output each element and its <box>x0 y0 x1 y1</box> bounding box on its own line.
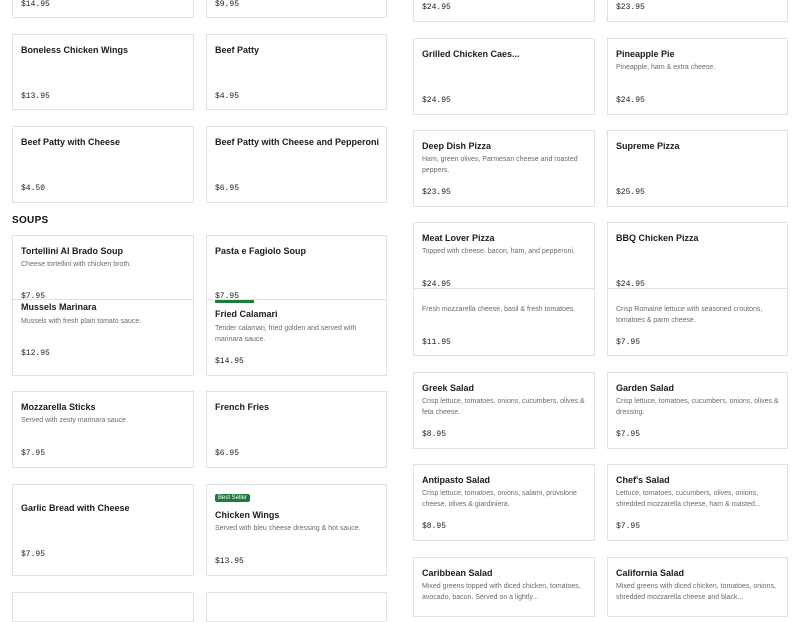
menu-item-card[interactable]: Chef's Salad Lettuce, tomatoes, cucumber… <box>607 464 788 541</box>
item-description: Lettuce, tomatoes, cucumbers, olives, on… <box>616 490 761 508</box>
item-description: Mussels with fresh plain tomato sauce. <box>21 318 142 325</box>
item-price: $25.95 <box>616 188 645 197</box>
menu-item-card[interactable]: Pineapple Pie Pineapple, ham & extra che… <box>607 38 788 115</box>
item-name: Boneless Chicken Wings <box>21 45 128 55</box>
item-name: Deep Dish Pizza <box>422 141 492 151</box>
item-description: Served with zesty marinara sauce. <box>21 417 128 424</box>
item-price: $14.95 <box>215 357 244 366</box>
item-price: $6.95 <box>215 184 240 193</box>
menu-item-card[interactable] <box>206 592 387 622</box>
item-name: Greek Salad <box>422 383 475 393</box>
menu-item-card[interactable]: Greek Salad Crisp lettuce, tomatoes, oni… <box>413 372 595 449</box>
menu-item-card[interactable]: Crisp Romaine lettuce with seasoned crou… <box>607 288 788 356</box>
item-price: $4.50 <box>21 184 46 193</box>
menu-item-card[interactable]: Boneless Chicken Wings $13.95 <box>12 34 194 110</box>
item-description: Crisp lettuce, tomatoes, cucumbers, onio… <box>616 398 779 416</box>
item-price: $7.95 <box>21 449 46 458</box>
menu-item-card[interactable]: Garlic Bread with Cheese $7.95 <box>12 484 194 576</box>
item-description: Topped with cheese, bacon, ham, and pepp… <box>422 248 575 255</box>
item-name: Mozzarella Sticks <box>21 402 96 412</box>
menu-item-card[interactable]: Pasta e Fagiolo Soup $7.95 <box>206 235 387 301</box>
item-name: Caribbean Salad <box>422 568 493 578</box>
menu-item-card[interactable]: Beef Patty with Cheese and Pepperoni $6.… <box>206 126 387 203</box>
menu-item-card[interactable]: $14.95 <box>12 0 194 18</box>
item-name: Antipasto Salad <box>422 475 491 485</box>
item-description: Served with bleu cheese dressing & hot s… <box>215 525 361 532</box>
item-price: $12.95 <box>21 349 50 358</box>
item-name: French Fries <box>215 402 270 412</box>
item-name: Garden Salad <box>616 383 675 393</box>
menu-item-card[interactable]: Best Seller Chicken Wings Served with bl… <box>206 484 387 576</box>
menu-item-card[interactable]: Beef Patty $4.95 <box>206 34 387 110</box>
item-name: Grilled Chicken Caes... <box>422 49 520 59</box>
item-description: Crisp lettuce, tomatoes, onions, salami,… <box>422 490 577 508</box>
menu-item-card[interactable]: $9.95 <box>206 0 387 18</box>
item-price: $24.95 <box>422 96 451 105</box>
item-price: $23.95 <box>422 188 451 197</box>
item-price: $24.95 <box>616 96 645 105</box>
item-price: $14.95 <box>21 0 50 9</box>
menu-item-card[interactable]: BBQ Chicken Pizza $24.95 <box>607 222 788 298</box>
menu-item-card[interactable]: Meat Lover Pizza Topped with cheese, bac… <box>413 222 595 298</box>
accent-bar <box>215 300 254 303</box>
menu-item-card[interactable]: Antipasto Salad Crisp lettuce, tomatoes,… <box>413 464 595 541</box>
item-name: BBQ Chicken Pizza <box>616 233 699 243</box>
item-price: $23.95 <box>616 3 645 12</box>
item-description: Crisp lettuce, tomatoes, onions, cucumbe… <box>422 398 585 416</box>
item-name: Beef Patty with Cheese and Pepperoni <box>215 137 380 147</box>
item-description: Cheese tortellini with chicken broth. <box>21 261 132 268</box>
item-price: $11.95 <box>422 338 451 347</box>
menu-item-card[interactable]: Grilled Chicken Caes... $24.95 <box>413 38 595 115</box>
item-name: Beef Patty <box>215 45 260 55</box>
menu-item-card[interactable]: $23.95 <box>607 0 788 22</box>
menu-item-card[interactable]: French Fries $6.95 <box>206 391 387 468</box>
item-price: $24.95 <box>422 3 451 12</box>
item-description: Fresh mozzarella cheese, basil & fresh t… <box>422 306 576 313</box>
item-price: $4.95 <box>215 92 240 101</box>
menu-item-card[interactable]: Fried Calamari Tender calamari, fried go… <box>206 299 387 376</box>
item-name: Beef Patty with Cheese <box>21 137 121 147</box>
item-description: Crisp Romaine lettuce with seasoned crou… <box>616 306 763 324</box>
item-name: Chef's Salad <box>616 475 670 485</box>
item-name: Fried Calamari <box>215 309 278 319</box>
item-name: Supreme Pizza <box>616 141 680 151</box>
item-price: $13.95 <box>21 92 50 101</box>
item-price: $7.95 <box>616 338 641 347</box>
item-description: Ham, green olives, Parmesan cheese and r… <box>422 156 578 174</box>
section-title: SOUPS <box>12 215 49 226</box>
item-name: Mussels Marinara <box>21 302 97 312</box>
item-name: California Salad <box>616 568 685 578</box>
item-price: $7.95 <box>21 550 46 559</box>
item-price: $13.95 <box>215 557 244 566</box>
item-price: $6.95 <box>215 449 240 458</box>
menu-item-card[interactable]: Beef Patty with Cheese $4.50 <box>12 126 194 203</box>
item-price: $7.95 <box>616 522 641 531</box>
item-price: $8.95 <box>422 522 447 531</box>
item-price: $8.95 <box>422 430 447 439</box>
item-price: $9.95 <box>215 0 240 9</box>
item-name: Garlic Bread with Cheese <box>21 503 130 513</box>
menu-item-card[interactable]: Caribbean Salad Mixed greens topped with… <box>413 557 595 617</box>
menu-item-card[interactable]: Mussels Marinara Mussels with fresh plai… <box>12 299 194 376</box>
item-name: Tortellini Al Brado Soup <box>21 246 123 256</box>
menu-item-card[interactable]: Tortellini Al Brado Soup Cheese tortelli… <box>12 235 194 301</box>
item-price: $7.95 <box>616 430 641 439</box>
menu-item-card[interactable]: California Salad Mixed greens with diced… <box>607 557 788 617</box>
item-name: Meat Lover Pizza <box>422 233 495 243</box>
menu-item-card[interactable]: Garden Salad Crisp lettuce, tomatoes, cu… <box>607 372 788 449</box>
menu-item-card[interactable]: Deep Dish Pizza Ham, green olives, Parme… <box>413 130 595 207</box>
item-name: Pineapple Pie <box>616 49 675 59</box>
item-description: Tender calamari, fried golden and served… <box>215 325 357 343</box>
menu-item-card[interactable]: Fresh mozzarella cheese, basil & fresh t… <box>413 288 595 356</box>
menu-item-card[interactable]: Supreme Pizza $25.95 <box>607 130 788 207</box>
menu-item-card[interactable]: Mozzarella Sticks Served with zesty mari… <box>12 391 194 468</box>
menu-item-card[interactable] <box>12 592 194 622</box>
menu-item-card[interactable]: $24.95 <box>413 0 595 22</box>
item-name: Chicken Wings <box>215 510 280 520</box>
item-name: Pasta e Fagiolo Soup <box>215 246 307 256</box>
item-description: Pineapple, ham & extra cheese. <box>616 64 716 71</box>
best-seller-badge: Best Seller <box>215 494 251 502</box>
